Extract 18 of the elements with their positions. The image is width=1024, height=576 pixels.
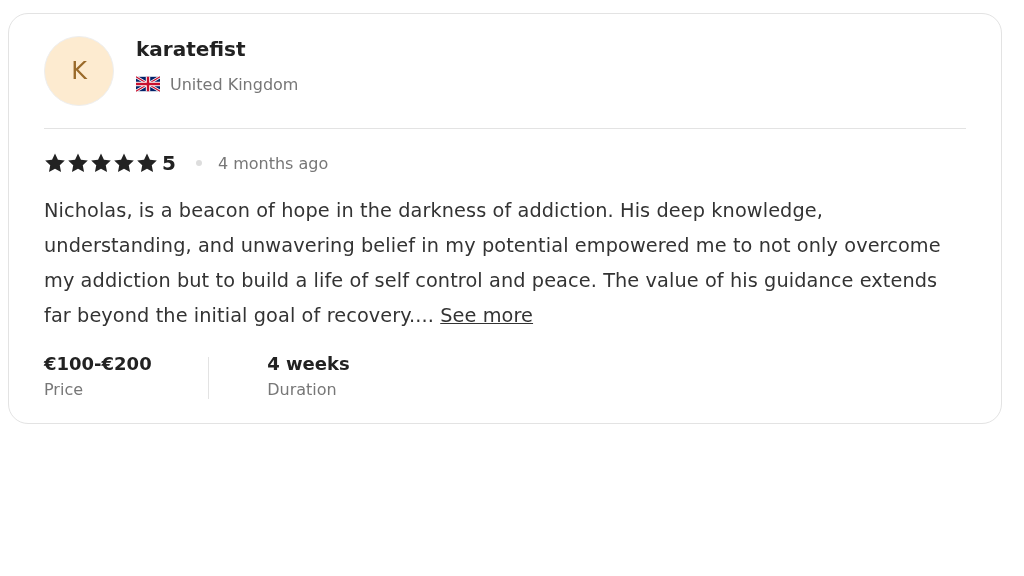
detail-label: Price xyxy=(44,380,85,399)
flag-icon xyxy=(136,76,160,92)
country-name: United Kingdom xyxy=(170,74,299,94)
separator-dot xyxy=(195,160,202,166)
review-text: Nicholas, is a beacon of hope in the darkness of addiction. His deep knowledge, understanding, and unwavering belief in my potential empowered me to not only overcome my addiction but to build a life of self control and peace. The value of his guidance extends far beyond the initial goal of recovery.... See more xyxy=(44,198,942,329)
detail-label: Duration xyxy=(267,380,338,399)
review-time: 4 months ago xyxy=(217,153,329,173)
star-icon xyxy=(90,152,112,174)
star-icon xyxy=(67,152,89,174)
detail-value: €100-€200 xyxy=(44,353,152,374)
reviewer-name: karatefist xyxy=(136,36,247,61)
star-icon xyxy=(113,152,135,174)
detail-value: 4 weeks xyxy=(267,353,350,374)
rating-score: 5 xyxy=(162,151,176,175)
star-icon xyxy=(44,152,66,174)
see-more-link[interactable]: See more xyxy=(440,304,534,327)
avatar: K xyxy=(44,36,114,106)
star-icon xyxy=(136,152,158,174)
